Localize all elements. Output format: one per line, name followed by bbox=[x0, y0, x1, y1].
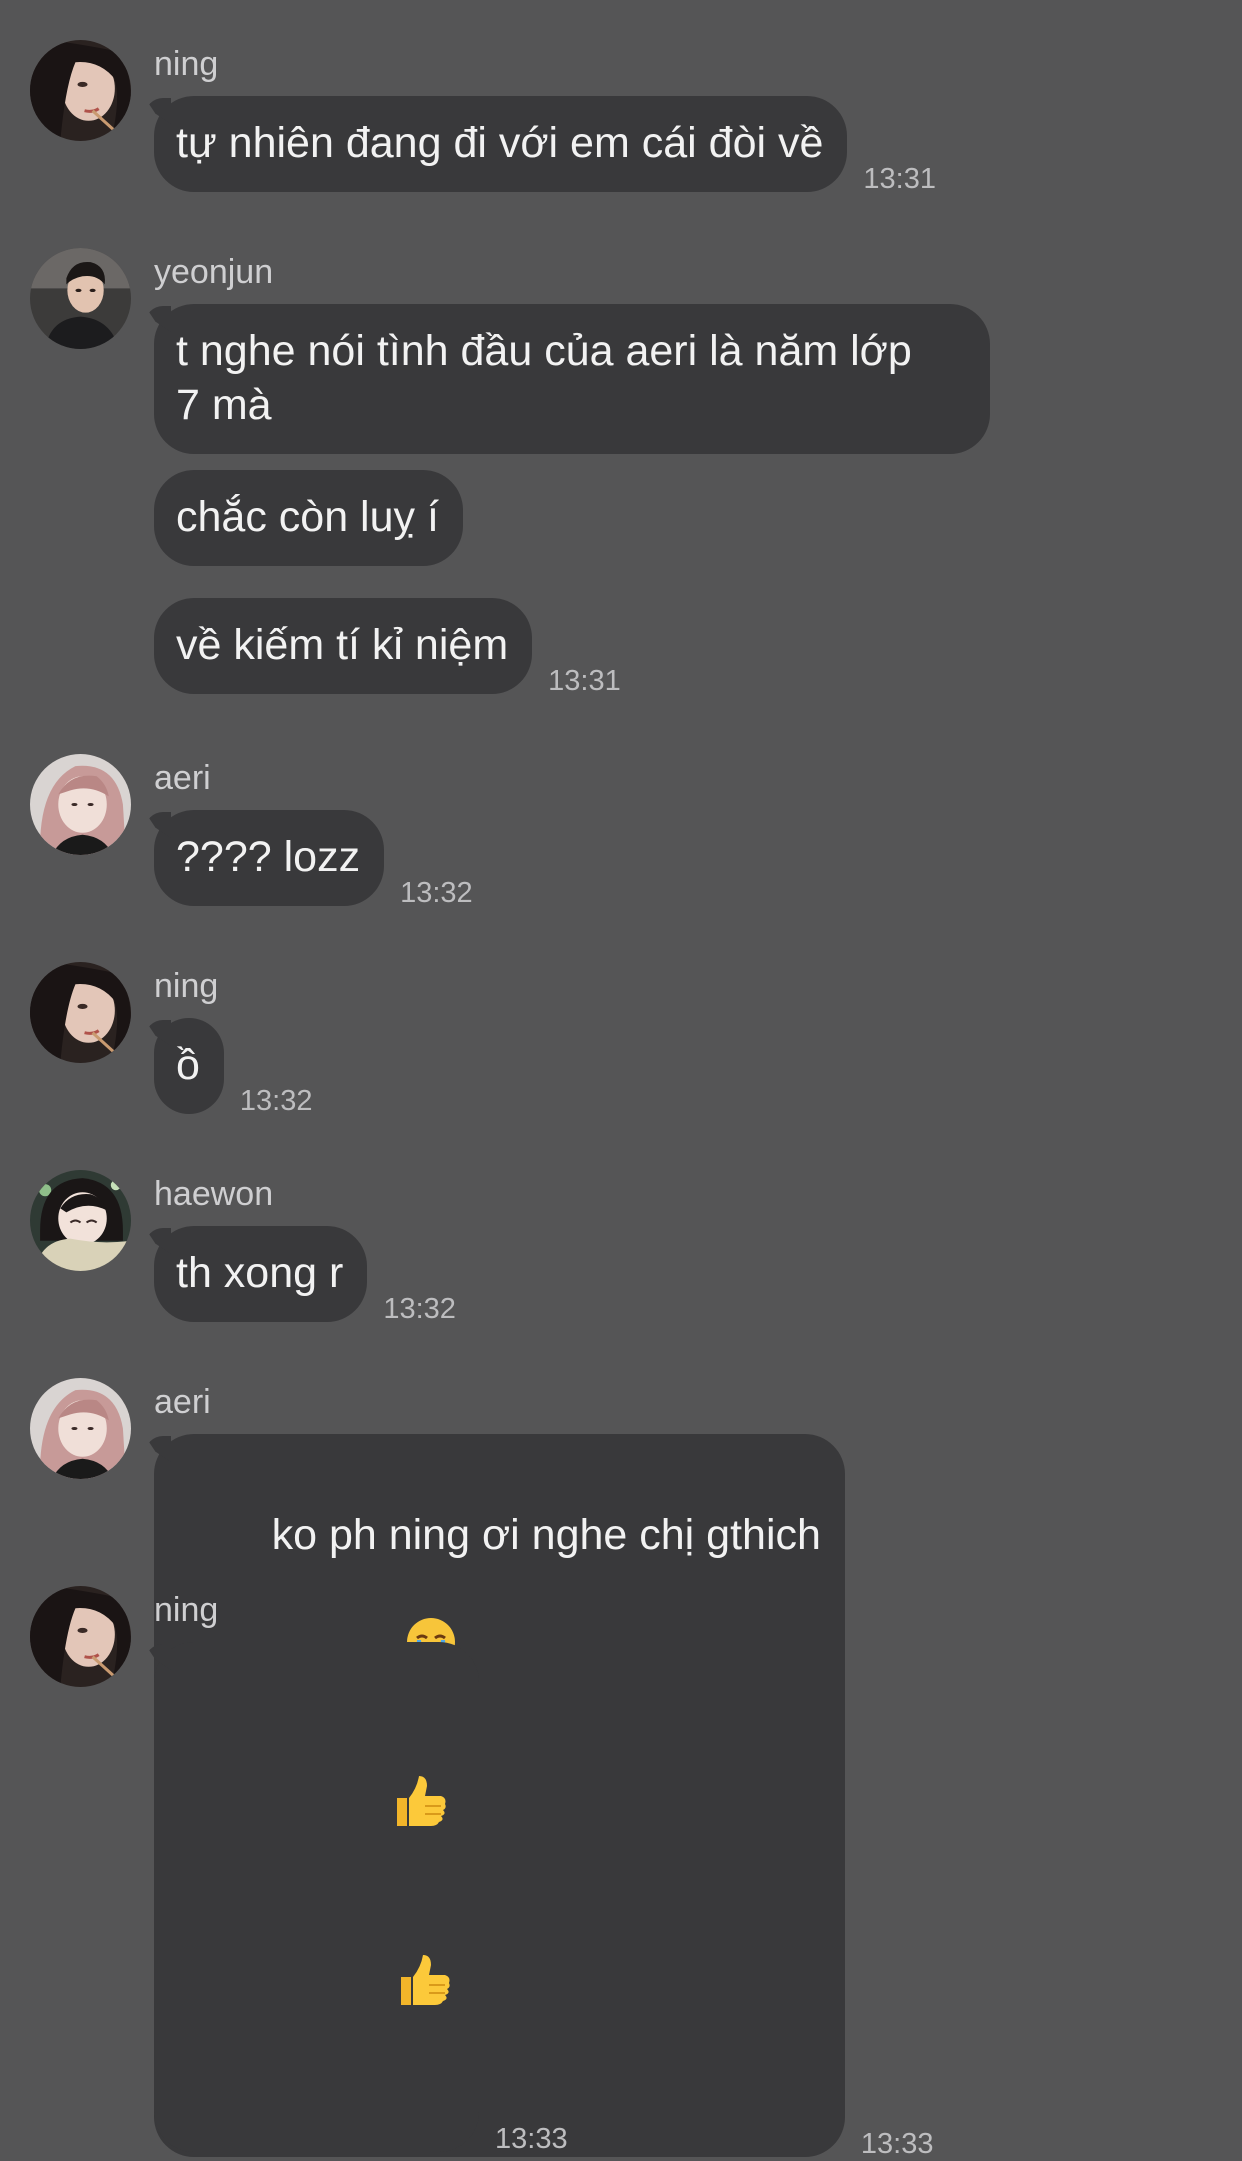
sender-name: aeri bbox=[154, 759, 211, 797]
avatar-ning[interactable] bbox=[30, 40, 131, 141]
avatar-image bbox=[30, 1170, 131, 1271]
sender-name: aeri bbox=[154, 1383, 211, 1421]
sender-name: ning bbox=[154, 967, 219, 1005]
message-time: 13:31 bbox=[863, 163, 936, 195]
avatar-aeri[interactable] bbox=[30, 754, 131, 855]
avatar-yeonjun[interactable] bbox=[30, 248, 131, 349]
avatar-image bbox=[30, 1586, 131, 1687]
bubble-row: ồ 13:32 bbox=[154, 1018, 313, 1117]
bubble-row: về kiếm tí kỉ niệm 13:31 bbox=[154, 598, 621, 697]
message-bubble[interactable]: ???? lozz bbox=[154, 810, 385, 906]
bubble-row: ???? lozz 13:32 bbox=[154, 810, 473, 909]
message-bubble[interactable]: tự nhiên đang đi với em cái đòi về bbox=[154, 96, 848, 192]
thumbs-up-icon bbox=[272, 1718, 449, 1897]
message-time: 13:32 bbox=[239, 1085, 313, 1117]
message-bubble[interactable]: chắc còn luỵ í bbox=[154, 470, 463, 566]
message-bubble[interactable]: về kiếm tí kỉ niệm bbox=[154, 598, 533, 694]
avatar-image bbox=[30, 40, 131, 141]
sender-name: ning bbox=[154, 45, 219, 83]
sender-name: haewon bbox=[154, 1175, 274, 1213]
message-bubble[interactable]: t nghe nói tình đầu của aeri là năm lớp … bbox=[154, 304, 990, 454]
avatar-ning[interactable] bbox=[30, 962, 131, 1063]
avatar-aeri[interactable] bbox=[30, 1378, 131, 1479]
message-time: 13:33 bbox=[495, 2123, 568, 2155]
sender-name: yeonjun bbox=[154, 253, 274, 291]
message-time: 13:32 bbox=[383, 1293, 456, 1325]
message-time: 13:31 bbox=[548, 665, 621, 697]
avatar-haewon[interactable] bbox=[30, 1170, 131, 1271]
avatar-image bbox=[30, 1378, 131, 1479]
message-time: 13:32 bbox=[400, 877, 473, 909]
message-time: 13:33 bbox=[860, 2128, 934, 2160]
bubble-row: tự nhiên đang đi với em cái đòi về 13:31 bbox=[154, 96, 936, 195]
avatar-ning[interactable] bbox=[30, 1586, 131, 1687]
message-bubble[interactable]: th xong r bbox=[154, 1226, 368, 1322]
chat-thread: ning tự nhiên đang đi với em cái đòi về … bbox=[0, 0, 1242, 2160]
thumbs-up-icon bbox=[276, 1897, 453, 2076]
message-bubble[interactable]: ồ bbox=[154, 1018, 224, 1114]
message-text: ko ph ning ơi nghe chị gthich bbox=[271, 1511, 821, 1559]
bubble-row: chắc còn luỵ í bbox=[154, 470, 463, 566]
message-bubble[interactable] bbox=[154, 1642, 480, 2152]
sender-name: ning bbox=[154, 1591, 219, 1629]
avatar-image bbox=[30, 962, 131, 1063]
bubble-row: t nghe nói tình đầu của aeri là năm lớp … bbox=[154, 304, 990, 454]
avatar-image bbox=[30, 248, 131, 349]
bubble-row: th xong r 13:32 bbox=[154, 1226, 456, 1325]
bubble-row: 13:33 bbox=[154, 1642, 568, 2155]
avatar-image bbox=[30, 754, 131, 855]
